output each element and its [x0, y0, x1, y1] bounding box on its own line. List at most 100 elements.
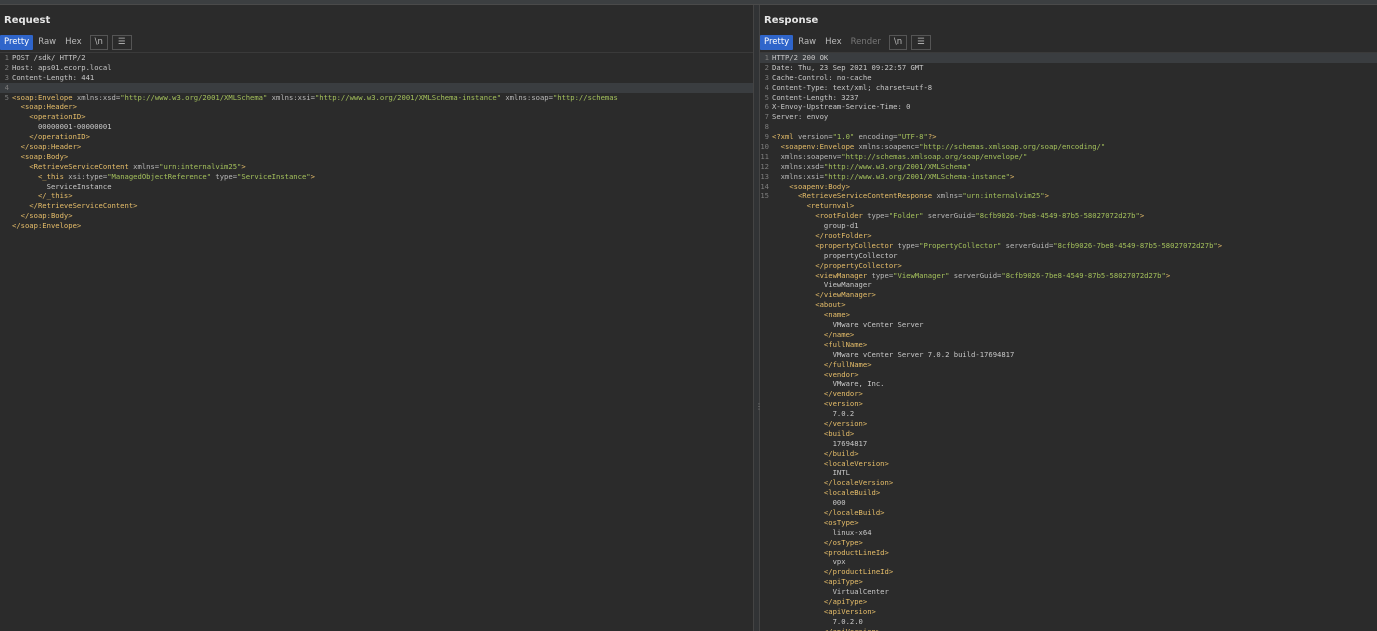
code-line: </operationID> — [0, 132, 753, 142]
response-tab-hex[interactable]: Hex — [821, 35, 846, 50]
code-token: <returnval> — [772, 201, 855, 211]
code-token: POST /sdk/ HTTP/2 — [12, 53, 86, 62]
code-line: <soap:Body> — [0, 152, 753, 162]
hamburger-menu-icon[interactable]: ☰ — [111, 34, 132, 50]
code-line: </soap:Body> — [0, 211, 753, 221]
code-token: xmlns:xsd= — [76, 92, 121, 102]
code-line: VMware vCenter Server 7.0.2 build-176948… — [760, 350, 1377, 360]
code-line: group-d1 — [760, 221, 1377, 231]
code-token: <name> — [772, 310, 850, 320]
code-token: </_this> — [12, 191, 73, 201]
code-line: 1 POST /sdk/ HTTP/2 — [0, 53, 753, 63]
code-token: </viewManager> — [772, 290, 876, 300]
code-token: "1.0" — [832, 132, 855, 142]
code-token: Host: aps01.ecorp.local — [12, 62, 112, 72]
code-line: </vendor> — [760, 389, 1377, 399]
response-tab-render[interactable]: Render — [847, 35, 885, 50]
code-token: VMware vCenter Server 7.0.2 build-176948… — [772, 349, 1015, 359]
code-line: </version> — [760, 419, 1377, 429]
code-line: 9 <?xml version="1.0" encoding="UTF-8"?> — [760, 132, 1377, 142]
code-token: "urn:internalvim25" — [159, 161, 242, 171]
line-number: 3 — [764, 72, 769, 82]
code-token: "http://www.w3.org/2001/XMLSchema-instan… — [314, 92, 502, 102]
code-line: <propertyCollector type="PropertyCollect… — [760, 241, 1377, 251]
response-newline-toggle-button[interactable]: \n — [888, 34, 908, 50]
code-line: <productLineId> — [760, 548, 1377, 558]
code-token: </RetrieveServiceContent> — [12, 201, 138, 211]
request-newline-toggle-button[interactable]: \n — [89, 34, 108, 50]
pane-splitter[interactable]: ⋮ — [753, 5, 763, 631]
code-line: 15 <RetrieveServiceContentResponse xmlns… — [760, 191, 1377, 201]
code-token: <soap:Envelope — [12, 92, 77, 102]
code-line: <fullName> — [760, 340, 1377, 350]
code-token: </version> — [772, 418, 868, 428]
code-token: propertyCollector — [772, 250, 898, 260]
response-editor[interactable]: 1 HTTP/2 200 OK 2 Date: Thu, 23 Sep 2021 09… — [760, 52, 1377, 631]
code-token: > — [1139, 211, 1145, 221]
code-token: <vendor> — [772, 369, 859, 379]
code-token: 000 — [772, 498, 846, 508]
code-line: 000 — [760, 498, 1377, 508]
code-token: Content-Length: 3237 — [772, 92, 859, 102]
code-token: xmlns= — [133, 161, 160, 171]
code-line: 3 Cache-Control: no-cache — [760, 73, 1377, 83]
code-line: <apiVersion> — [760, 607, 1377, 617]
request-tab-pretty[interactable]: Pretty — [0, 34, 34, 50]
line-number: 1 — [764, 53, 769, 62]
code-token: <soapenv:Body> — [772, 181, 850, 191]
line-number: 4 — [764, 82, 769, 92]
code-line: 5 <soap:Envelope xmlns:xsd="http://www.w3… — [0, 93, 753, 103]
hamburger-menu-icon[interactable]: ☰ — [911, 34, 931, 50]
code-token: Date: Thu, 23 Sep 2021 09:22:57 GMT — [772, 62, 924, 72]
code-token: </operationID> — [12, 132, 90, 142]
code-token: encoding= — [854, 132, 898, 142]
response-pane: Response Pretty Raw Hex Render \n ☰ 1 HTT… — [760, 5, 1377, 631]
code-line: </productLineId> — [760, 567, 1377, 577]
code-token: "Folder" — [888, 211, 924, 221]
drag-handle-icon[interactable]: ⋮ — [755, 403, 763, 417]
line-number: 5 — [4, 92, 9, 102]
code-line: <name> — [760, 310, 1377, 320]
code-token: </apiType> — [772, 596, 868, 606]
code-line: 5 Content-Length: 3237 — [760, 93, 1377, 103]
code-token: linux-x64 — [772, 527, 872, 537]
code-token: "http://www.w3.org/2001/XMLSchema" — [120, 92, 268, 102]
code-token: xmlns:xsi= — [267, 92, 315, 102]
code-token: group-d1 — [772, 221, 859, 231]
code-token: </build> — [772, 448, 859, 458]
code-line: 7.0.2.0 — [760, 617, 1377, 627]
code-token: <viewManager — [772, 270, 872, 280]
code-token: <localeVersion> — [772, 458, 889, 468]
code-token: </apiVersion> — [772, 627, 880, 631]
code-token: 17694817 — [772, 438, 868, 448]
request-tab-raw[interactable]: Raw — [34, 35, 60, 50]
code-token: "http://www.w3.org/2001/XMLSchema" — [823, 161, 972, 171]
code-line: INTL — [760, 468, 1377, 478]
code-line: <returnval> — [760, 201, 1377, 211]
code-token: vpx — [772, 557, 846, 567]
code-token: </osType> — [772, 537, 863, 547]
code-line: <viewManager type="ViewManager" serverGu… — [760, 271, 1377, 281]
code-line: <about> — [760, 300, 1377, 310]
code-line: 4 Content-Type: text/xml; charset=utf-8 — [760, 83, 1377, 93]
code-line: 2 Date: Thu, 23 Sep 2021 09:22:57 GMT — [760, 63, 1377, 73]
code-line: 11 xmlns:soapenv="http://schemas.xmlsoap… — [760, 152, 1377, 162]
code-line: </localeBuild> — [760, 508, 1377, 518]
code-line: </localeVersion> — [760, 478, 1377, 488]
line-number: 9 — [764, 132, 769, 142]
code-token: > — [1010, 171, 1015, 181]
response-view-tabs: Pretty Raw Hex Render \n ☰ — [760, 34, 932, 50]
response-tab-pretty[interactable]: Pretty — [760, 34, 794, 50]
code-token: ServiceInstance — [12, 181, 112, 191]
code-token: <version> — [772, 399, 863, 409]
code-token: VMware vCenter Server — [772, 320, 924, 330]
code-token: </localeBuild> — [772, 507, 885, 517]
code-token: ?> — [927, 132, 937, 142]
code-token: "http://schemas.xmlsoap.org/soap/envelop… — [841, 151, 1028, 161]
request-tab-hex[interactable]: Hex — [61, 35, 86, 50]
request-editor[interactable]: 1 POST /sdk/ HTTP/2 2 Host: aps01.ecorp.loc… — [0, 52, 753, 631]
response-tab-raw[interactable]: Raw — [794, 35, 820, 50]
code-token: X-Envoy-Upstream-Service-Time: 0 — [772, 102, 911, 112]
code-line: </viewManager> — [760, 290, 1377, 300]
code-line: 7 Server: envoy — [760, 112, 1377, 122]
